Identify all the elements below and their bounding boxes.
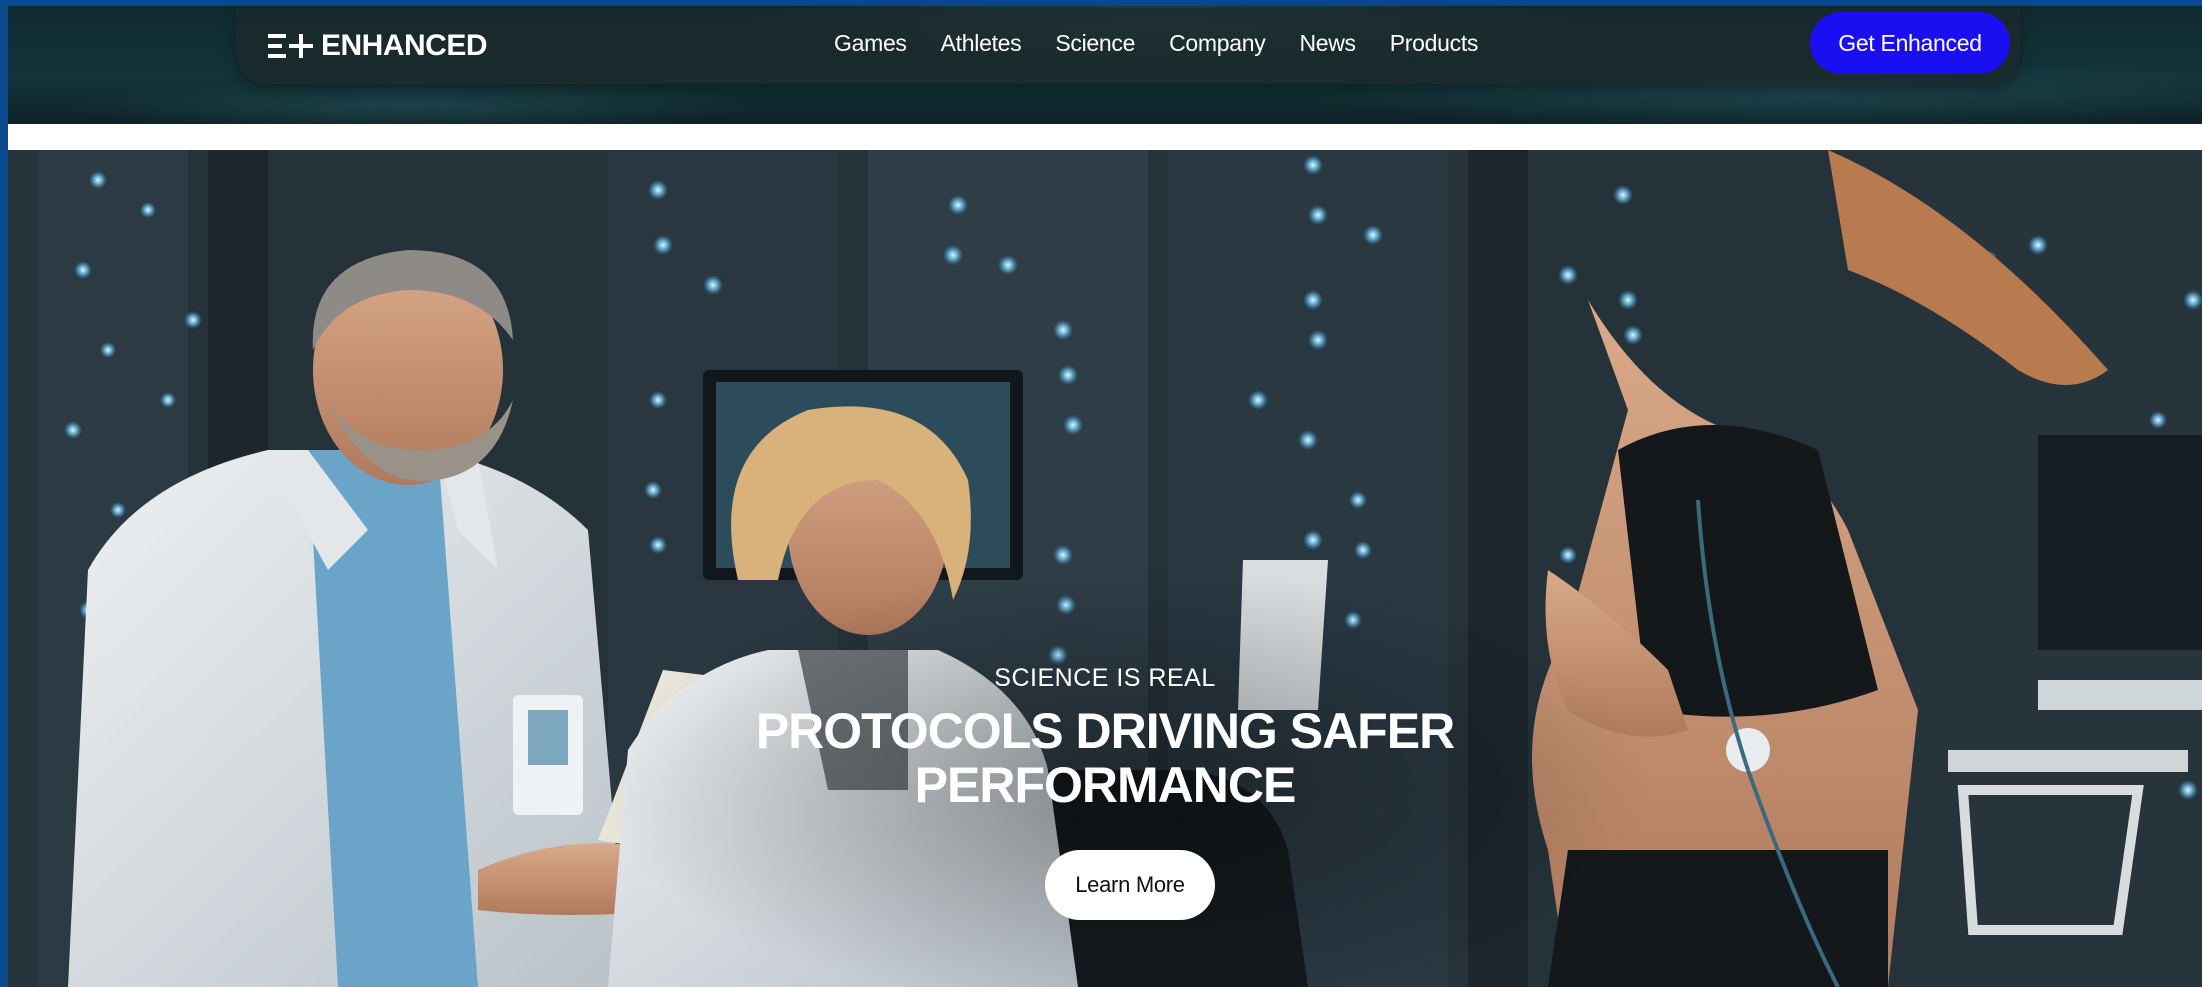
hero-headline-line-1: PROTOCOLS DRIVING SAFER <box>755 703 1455 759</box>
hero-headline-line-2: PERFORMANCE <box>914 757 1297 813</box>
nav-athletes[interactable]: Athletes <box>941 30 1022 57</box>
logo-text: ENHANCED <box>321 29 488 62</box>
learn-more-button[interactable]: Learn More <box>1045 850 1215 920</box>
hero-headline: PROTOCOLS DRIVING SAFER PERFORMANCE <box>8 704 2202 812</box>
navbar: ENHANCED Games Athletes Science Company … <box>236 8 2020 84</box>
hero-eyebrow: SCIENCE IS REAL <box>994 664 1216 692</box>
section-divider <box>8 124 2202 150</box>
nav-products[interactable]: Products <box>1390 30 1479 57</box>
logo[interactable]: ENHANCED <box>268 26 488 66</box>
get-enhanced-button[interactable]: Get Enhanced <box>1810 12 2010 74</box>
nav-news[interactable]: News <box>1299 30 1356 57</box>
nav-company[interactable]: Company <box>1169 30 1266 57</box>
nav-games[interactable]: Games <box>834 30 907 57</box>
main-nav: Games Athletes Science Company News Prod… <box>834 30 1478 57</box>
nav-science[interactable]: Science <box>1055 30 1135 57</box>
hero-section: SCIENCE IS REAL PROTOCOLS DRIVING SAFER … <box>8 150 2202 987</box>
logo-mark-icon <box>268 34 313 58</box>
